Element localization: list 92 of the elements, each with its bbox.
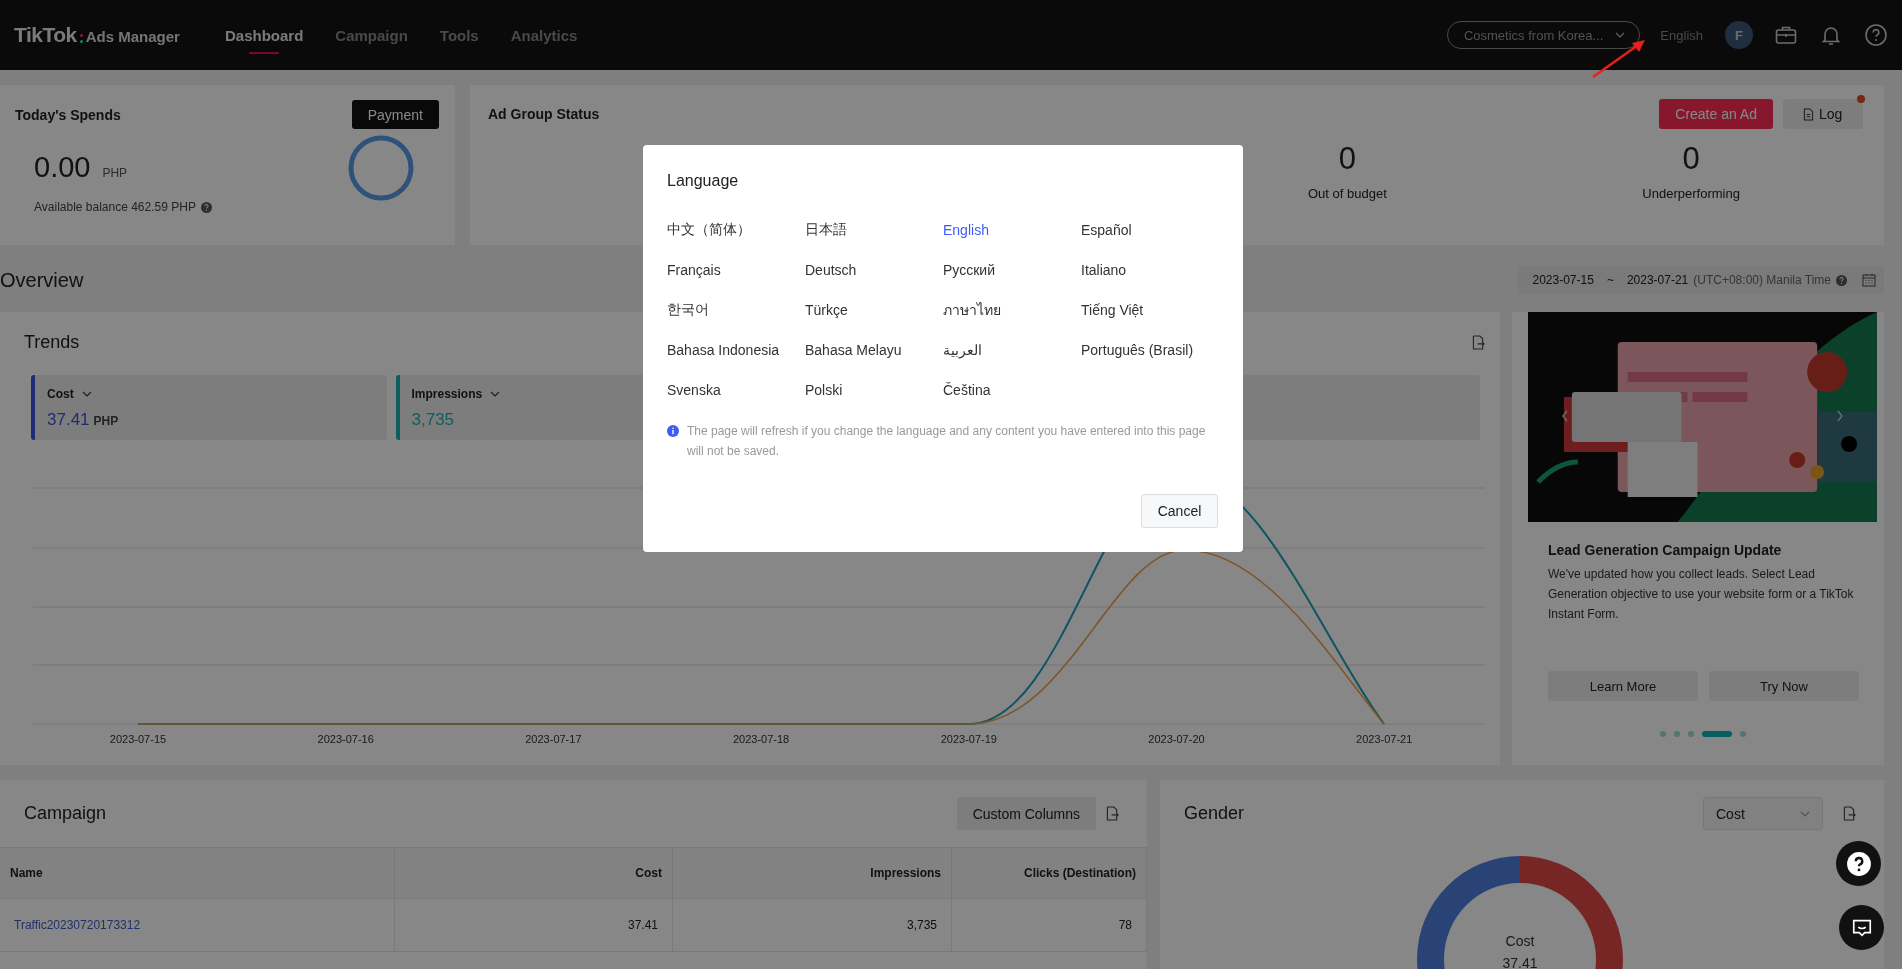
axis-label: 2023-07-18: [732, 733, 790, 745]
chevron-down-icon: [490, 391, 501, 397]
promo-button[interactable]: Try Now: [1709, 671, 1859, 701]
table-cell: 3,735: [672, 898, 952, 952]
column-header: Name: [0, 847, 395, 899]
language-option[interactable]: 한국어: [667, 301, 805, 319]
cancel-button[interactable]: Cancel: [1141, 494, 1218, 528]
language-option[interactable]: Bahasa Melayu: [805, 342, 943, 358]
metric-unit: PHP: [93, 414, 119, 428]
metric-value: 0: [1682, 140, 1700, 178]
card-title: Ad Group Status: [488, 106, 600, 122]
language-option[interactable]: Tiếng Việt: [1081, 302, 1219, 318]
custom-columns-button[interactable]: Custom Columns: [956, 797, 1096, 830]
date-range-picker[interactable]: 2023-07-15 ~ 2023-07-21 (UTC+08:00) Manila Time: [1518, 266, 1884, 294]
language-option[interactable]: Polski: [805, 382, 943, 398]
metric-card[interactable]: Cost 37.41 PHP: [31, 375, 387, 440]
card-title: Trends: [24, 332, 80, 353]
table-cell: 78: [951, 898, 1147, 952]
payment-button[interactable]: Payment: [351, 100, 439, 129]
metric-value: 37.41: [47, 410, 90, 430]
promo-title: Lead Generation Campaign Update: [1548, 542, 1783, 558]
chevron-down-icon: [1800, 810, 1810, 817]
range-separator: ~: [1606, 273, 1614, 287]
chevron-left-icon[interactable]: [1561, 410, 1569, 422]
language-option[interactable]: ภาษาไทย: [943, 299, 1081, 321]
column-header: Clicks (Destination): [951, 847, 1147, 899]
chevron-down-icon: [81, 391, 92, 397]
carousel-dot[interactable]: [1687, 731, 1694, 737]
language-option[interactable]: Čeština: [943, 382, 1081, 398]
table-cell: 37.41: [394, 898, 673, 952]
language-option[interactable]: Русский: [943, 262, 1081, 278]
export-icon[interactable]: [1843, 806, 1856, 821]
language-option[interactable]: العربية: [943, 342, 1081, 358]
question-icon[interactable]: [1836, 274, 1847, 286]
section-title: Overview: [0, 268, 84, 292]
column-header: Impressions: [672, 847, 952, 899]
question-icon: [1845, 850, 1872, 877]
nav-tab[interactable]: Dashboard: [224, 20, 304, 54]
language-option[interactable]: Deutsch: [805, 262, 943, 278]
language-option[interactable]: Español: [1081, 222, 1219, 238]
chevron-down-icon: [1615, 32, 1626, 38]
calendar-icon: [1862, 273, 1876, 287]
axis-label: 2023-07-20: [1148, 733, 1205, 745]
carousel-dot[interactable]: [1739, 731, 1746, 737]
language-option[interactable]: Português (Brasil): [1081, 342, 1219, 358]
timezone-label: (UTC+08:00) Manila Time: [1693, 273, 1831, 287]
chevron-right-icon[interactable]: [1836, 410, 1844, 422]
metric-label: Underperforming: [1642, 186, 1740, 201]
language-option[interactable]: Français: [667, 262, 805, 278]
metric-select[interactable]: Cost: [1703, 797, 1823, 830]
language-option[interactable]: English: [943, 222, 1081, 238]
tiktok-logo[interactable]: TikTok: [14, 23, 83, 47]
help-icon[interactable]: [1864, 23, 1888, 47]
axis-label: 2023-07-21: [1356, 733, 1413, 745]
axis-label: 2023-07-17: [525, 733, 582, 745]
card-title: Gender: [1184, 803, 1245, 824]
card-title: Today's Spends: [15, 106, 121, 123]
balance-text: Available balance 462.59 PHP: [34, 200, 196, 214]
metric-value: 3,735: [411, 410, 455, 430]
carousel-dot[interactable]: [1673, 731, 1680, 737]
language-option[interactable]: Italiano: [1081, 262, 1219, 278]
info-icon: [667, 425, 679, 437]
carousel-dot[interactable]: [1659, 731, 1666, 737]
campaign-link[interactable]: Traffic20230720173312: [14, 918, 141, 932]
card-title: Campaign: [24, 803, 107, 824]
donut-label: Cost: [1505, 933, 1535, 949]
export-icon[interactable]: [1472, 335, 1485, 350]
language-option[interactable]: 中文（简体）: [667, 221, 805, 239]
promo-text: We've updated how you collect leads. Select Lead Generation objective to use your website form or a TikTok Instant Form.: [1548, 566, 1855, 623]
promo-button[interactable]: Learn More: [1548, 671, 1698, 701]
metric-label: Out of budget: [1308, 186, 1387, 201]
document-icon: [1803, 107, 1814, 121]
start-date: 2023-07-15: [1532, 273, 1594, 287]
axis-label: 2023-07-15: [109, 733, 167, 745]
end-date: 2023-07-21: [1626, 273, 1689, 287]
metric-label: Impressions: [411, 387, 483, 401]
language-option[interactable]: Türkçe: [805, 302, 943, 318]
axis-label: 2023-07-16: [317, 733, 374, 745]
metric-value: 0: [1338, 140, 1356, 178]
export-icon[interactable]: [1106, 806, 1119, 821]
product-name: Ads Manager: [85, 28, 180, 45]
spend-ring-chart: [348, 135, 414, 201]
axis-label: 2023-07-19: [940, 733, 997, 745]
currency-label: PHP: [102, 166, 128, 180]
donut-value: 37.41: [1502, 955, 1538, 969]
spend-amount: 0.00: [34, 151, 91, 184]
metric-label: Cost: [47, 387, 74, 401]
question-icon[interactable]: [200, 201, 212, 213]
language-option[interactable]: 日本語: [805, 221, 943, 239]
dialog-title: Language: [667, 171, 740, 191]
column-header: Cost: [394, 847, 673, 899]
language-option[interactable]: Bahasa Indonesia: [667, 342, 805, 358]
